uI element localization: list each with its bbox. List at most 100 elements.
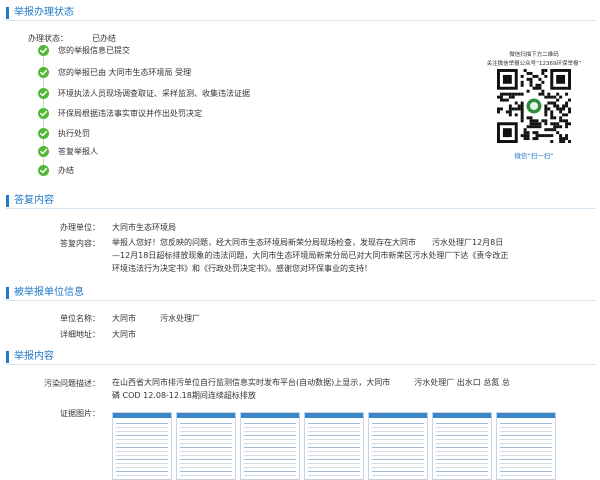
thumbnail-row: [116, 471, 168, 472]
evidence-thumbnail[interactable]: [432, 412, 492, 480]
status-value: 已办结: [92, 34, 116, 43]
thumbnail-row: [372, 423, 424, 424]
thumbnail-row: [244, 443, 296, 444]
thumbnail-row: [436, 455, 488, 456]
section-header-reply: 答复内容: [6, 194, 596, 209]
evidence-thumbnail[interactable]: [304, 412, 364, 480]
thumbnail-row: [372, 463, 424, 464]
thumbnail-row: [180, 459, 232, 460]
progress-step-label: 环境执法人员现场调查取证、采样监测、收集违法证据: [58, 89, 250, 98]
thumbnail-row: [500, 463, 552, 464]
thumbnail-row: [372, 475, 424, 476]
thumbnail-row: [308, 431, 360, 432]
check-circle-icon: [38, 88, 49, 99]
thumbnail-row: [180, 443, 232, 444]
section-bar: [6, 7, 9, 19]
thumbnail-row: [308, 463, 360, 464]
thumbnail-row: [180, 431, 232, 432]
thumbnail-row: [244, 427, 296, 428]
report-line: 在山西省大同市排污单位自行监测信息实时发布平台(自动数据)上显示，大同市 污水处…: [112, 378, 510, 387]
thumbnail-row: [308, 435, 360, 436]
evidence-thumbnail[interactable]: [240, 412, 300, 480]
thumbnail-row: [500, 423, 552, 424]
thumbnail-header: [433, 413, 491, 418]
thumbnail-row: [180, 427, 232, 428]
thumbnail-row: [372, 471, 424, 472]
thumbnail-header: [177, 413, 235, 418]
thumbnail-row: [308, 451, 360, 452]
thumbnail-row: [372, 447, 424, 448]
thumbnail-row: [116, 439, 168, 440]
thumbnail-row: [116, 447, 168, 448]
thumbnail-row: [436, 443, 488, 444]
thumbnail-row: [500, 475, 552, 476]
reply-unit-label: 办理单位：: [60, 223, 100, 232]
section-bar: [6, 195, 9, 207]
thumbnail-row: [244, 439, 296, 440]
section-bar: [6, 287, 9, 299]
thumbnail-row: [500, 459, 552, 460]
thumbnail-row: [500, 439, 552, 440]
thumbnail-row: [372, 435, 424, 436]
thumbnail-row: [116, 459, 168, 460]
progress-step-label: 您的举报已由 大同市生态环境局 受理: [58, 68, 192, 77]
reply-unit-value: 大同市生态环境局: [112, 223, 176, 232]
thumbnail-row: [308, 455, 360, 456]
check-circle-icon: [38, 165, 49, 176]
report-line: 磷 COD 12.08-12.18期间连续超标排放: [112, 391, 256, 400]
thumbnail-row: [180, 471, 232, 472]
thumbnail-row: [116, 475, 168, 476]
section-header-report: 举报内容: [6, 350, 596, 365]
evidence-thumbnail[interactable]: [112, 412, 172, 480]
thumbnail-row: [116, 443, 168, 444]
thumbnail-row: [244, 467, 296, 468]
section-bar: [6, 351, 9, 363]
evidence-thumbnail[interactable]: [176, 412, 236, 480]
unit-name-value: 大同市 污水处理厂: [112, 314, 200, 323]
thumbnail-row: [500, 431, 552, 432]
unit-name-label: 单位名称：: [60, 314, 100, 323]
thumbnail-row: [500, 455, 552, 456]
thumbnail-row: [372, 455, 424, 456]
thumbnail-row: [436, 423, 488, 424]
thumbnail-header: [369, 413, 427, 418]
section-title-unit: 被举报单位信息: [14, 287, 84, 298]
thumbnail-row: [180, 423, 232, 424]
thumbnail-row: [244, 463, 296, 464]
check-circle-icon: [38, 45, 49, 56]
thumbnail-row: [244, 471, 296, 472]
evidence-thumbnail[interactable]: [368, 412, 428, 480]
thumbnail-row: [500, 451, 552, 452]
thumbnail-row: [116, 423, 168, 424]
evidence-thumbnail[interactable]: [496, 412, 556, 480]
thumbnail-row: [308, 427, 360, 428]
thumbnail-row: [308, 423, 360, 424]
thumbnail-row: [180, 451, 232, 452]
thumbnail-row: [436, 447, 488, 448]
thumbnail-row: [436, 431, 488, 432]
thumbnail-header: [305, 413, 363, 418]
thumbnail-row: [500, 467, 552, 468]
thumbnail-row: [244, 431, 296, 432]
thumbnail-row: [436, 451, 488, 452]
thumbnail-row: [308, 447, 360, 448]
progress-step-label: 执行处罚: [58, 129, 90, 138]
progress-step-label: 办结: [58, 166, 74, 175]
status-label: 办理状态：: [28, 34, 68, 43]
reply-line: —12月18日超标排放现象的违法问题，大同市生态环境局新荣分局已对大同市新荣区污…: [112, 251, 509, 260]
progress-step-label: 环保局根据违法事实审议并作出处罚决定: [58, 109, 202, 118]
thumbnail-header: [241, 413, 299, 418]
thumbnail-row: [180, 439, 232, 440]
check-circle-icon: [38, 146, 49, 157]
progress-step-label: 答复举报人: [58, 147, 98, 156]
thumbnail-row: [244, 475, 296, 476]
thumbnail-row: [244, 435, 296, 436]
progress-step-label: 您的举报信息已提交: [58, 46, 130, 55]
thumbnail-row: [116, 435, 168, 436]
thumbnail-row: [436, 439, 488, 440]
thumbnail-row: [500, 447, 552, 448]
thumbnail-row: [308, 459, 360, 460]
check-circle-icon: [38, 128, 49, 139]
thumbnail-row: [372, 439, 424, 440]
evidence-label: 证据图片：: [60, 409, 100, 418]
